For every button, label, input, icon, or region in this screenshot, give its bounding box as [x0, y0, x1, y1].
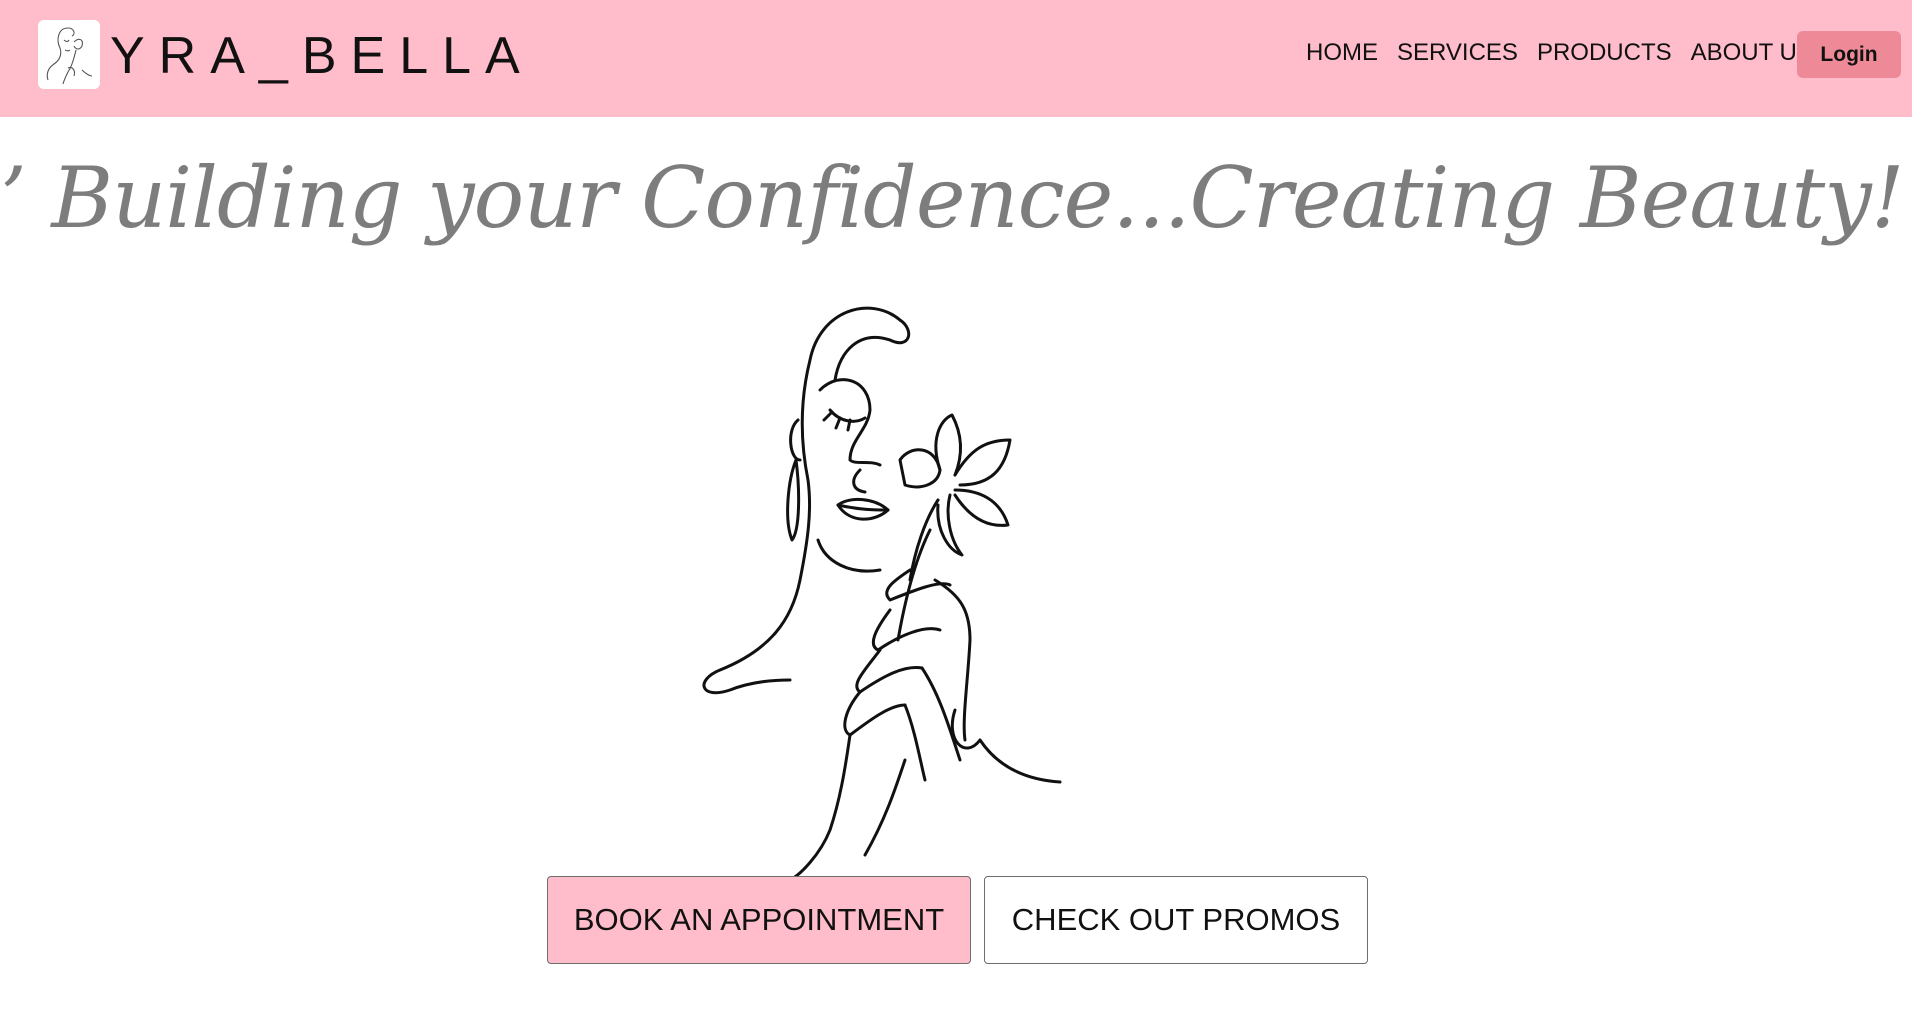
nav-products[interactable]: PRODUCTS [1537, 38, 1672, 68]
login-button[interactable]: Login [1797, 31, 1901, 78]
hero-tagline: ’ Building your Confidence...Creating Be… [0, 149, 1912, 247]
nav-home[interactable]: HOME [1306, 38, 1378, 68]
nav-about-us[interactable]: ABOUT US [1691, 38, 1813, 68]
brand-name[interactable]: YRA_BELLA [110, 26, 534, 86]
woman-with-flower-icon [702, 306, 1062, 880]
main-nav: HOME SERVICES PRODUCTS ABOUT US [1306, 38, 1832, 68]
nav-services[interactable]: SERVICES [1397, 38, 1518, 68]
check-out-promos-button[interactable]: CHECK OUT PROMOS [984, 876, 1368, 964]
top-navbar: YRA_BELLA HOME SERVICES PRODUCTS ABOUT U… [0, 0, 1912, 117]
logo-icon[interactable] [38, 20, 100, 89]
book-appointment-button[interactable]: BOOK AN APPOINTMENT [547, 876, 971, 964]
